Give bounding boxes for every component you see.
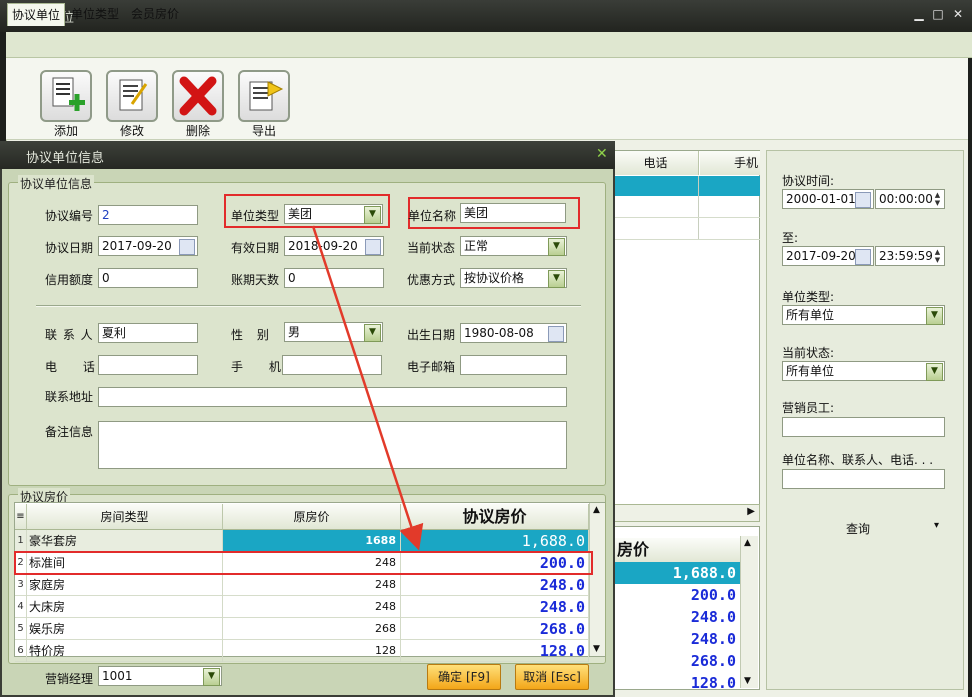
manager-label: 营销经理 — [45, 672, 94, 686]
manager-select[interactable]: 1001 ▼ — [98, 666, 222, 686]
chevron-down-icon[interactable]: ▼ — [203, 668, 220, 686]
ok-button[interactable]: 确定 [F9] — [427, 664, 501, 690]
annotation-arrow-icon — [311, 225, 424, 551]
manager-value: 1001 — [102, 669, 133, 683]
cancel-button[interactable]: 取消 [Esc] — [515, 664, 589, 690]
